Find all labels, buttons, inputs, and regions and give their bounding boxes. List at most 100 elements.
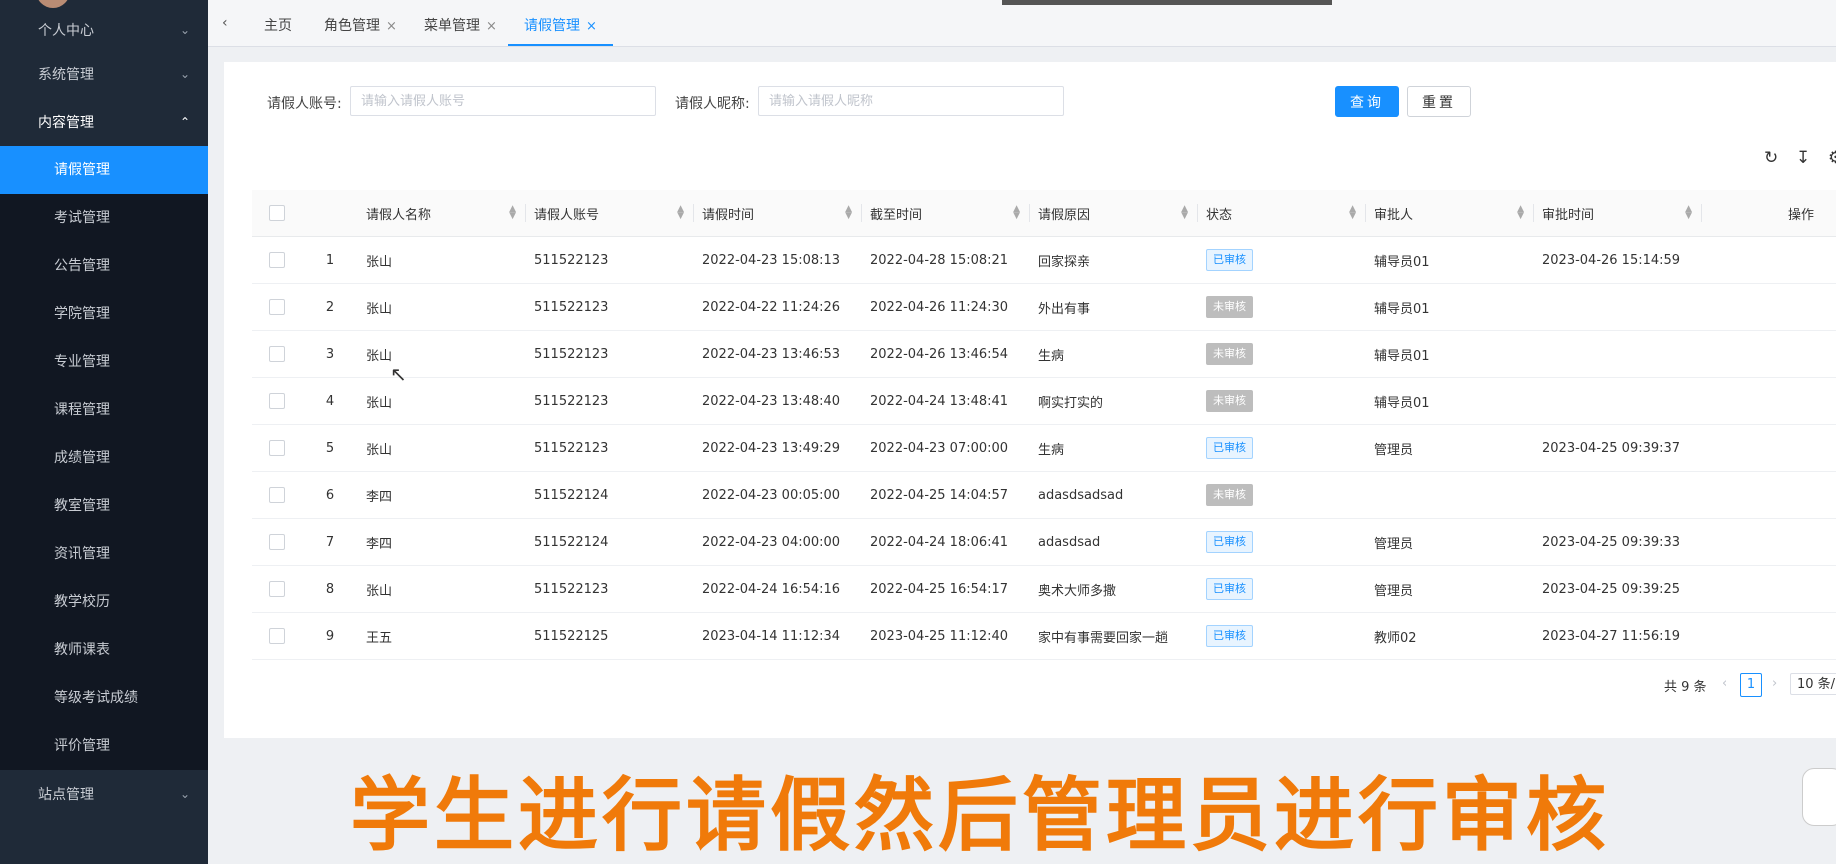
- cell-actions[interactable]: [1702, 283, 1836, 331]
- table-row[interactable]: 5 张山 511522123 2022-04-23 13:49:29 2022-04-2…: [252, 424, 1836, 472]
- column-header-name[interactable]: 请假人名称 ▲ ▼: [358, 190, 526, 237]
- tab-roles[interactable]: 角色管理 ×: [324, 0, 397, 46]
- sidebar-item-grade-exam[interactable]: 等级考试成绩: [0, 674, 208, 722]
- table-row[interactable]: 7 李四 511522124 2022-04-23 04:00:00 2022-04-2…: [252, 518, 1836, 566]
- sidebar-item-timetable[interactable]: 教师课表: [0, 626, 208, 674]
- column-height-icon[interactable]: ↧: [1796, 148, 1810, 168]
- cell-actions[interactable]: [1702, 424, 1836, 472]
- cell-end: 2022-04-25 14:04:57: [862, 471, 1030, 519]
- query-button[interactable]: 查询: [1335, 86, 1399, 117]
- table-row[interactable]: 4 张山 511522123 2022-04-23 13:48:40 2022-04-2…: [252, 377, 1836, 425]
- row-checkbox[interactable]: [269, 252, 285, 268]
- next-page-icon[interactable]: ›: [1772, 676, 1777, 691]
- menu-group-site[interactable]: 站点管理 ⌄: [0, 770, 208, 818]
- cell-reason: 生病: [1030, 424, 1198, 472]
- sort-icon[interactable]: ▲ ▼: [1181, 205, 1188, 221]
- column-header-status[interactable]: 状态 ▲ ▼: [1198, 190, 1366, 237]
- row-checkbox[interactable]: [269, 628, 285, 644]
- account-label: 请假人账号:: [267, 96, 342, 112]
- cell-status: 未审核: [1198, 377, 1366, 425]
- sidebar-item-news[interactable]: 资讯管理: [0, 530, 208, 578]
- cell-approver: 管理员: [1366, 518, 1534, 566]
- row-checkbox[interactable]: [269, 393, 285, 409]
- page-number-current[interactable]: 1: [1740, 673, 1762, 697]
- select-all-checkbox[interactable]: [269, 205, 285, 221]
- row-checkbox[interactable]: [269, 581, 285, 597]
- window-handle: [1002, 0, 1332, 5]
- nickname-search-input[interactable]: [758, 86, 1064, 116]
- column-header-end-time[interactable]: 截至时间 ▲ ▼: [862, 190, 1030, 237]
- sort-icon[interactable]: ▲ ▼: [1349, 205, 1356, 221]
- table-row[interactable]: 6 李四 511522124 2022-04-23 00:05:00 2022-04-2…: [252, 471, 1836, 519]
- sidebar-item-college[interactable]: 学院管理: [0, 290, 208, 338]
- cell-status: 未审核: [1198, 471, 1366, 519]
- close-icon[interactable]: ×: [586, 19, 597, 34]
- column-header-approver[interactable]: 审批人 ▲ ▼: [1366, 190, 1534, 237]
- sidebar-item-major[interactable]: 专业管理: [0, 338, 208, 386]
- sidebar-item-leave[interactable]: 请假管理: [0, 146, 208, 194]
- cell-actions[interactable]: [1702, 565, 1836, 613]
- sort-icon[interactable]: ▲ ▼: [509, 205, 516, 221]
- floating-chat-button[interactable]: [1802, 768, 1836, 826]
- row-checkbox[interactable]: [269, 487, 285, 503]
- close-icon[interactable]: ×: [486, 19, 497, 34]
- index-header: [302, 190, 358, 237]
- settings-icon[interactable]: ⚙: [1828, 148, 1836, 168]
- cell-approve-time: [1534, 330, 1702, 378]
- column-header-approve-time[interactable]: 审批时间 ▲ ▼: [1534, 190, 1702, 237]
- sidebar-item-notice[interactable]: 公告管理: [0, 242, 208, 290]
- table-row[interactable]: 2 张山 511522123 2022-04-22 11:24:26 2022-04-2…: [252, 283, 1836, 331]
- table-row[interactable]: 3 张山 511522123 2022-04-23 13:46:53 2022-04-2…: [252, 330, 1836, 378]
- tab-bar: ‹ 主页 角色管理 × 菜单管理 × 请假管理 ×: [208, 0, 1836, 47]
- cell-status: 已审核: [1198, 236, 1366, 284]
- sidebar-item-evaluation[interactable]: 评价管理: [0, 722, 208, 770]
- sort-icon[interactable]: ▲ ▼: [677, 205, 684, 221]
- prev-page-icon[interactable]: ‹: [1722, 676, 1727, 691]
- row-checkbox[interactable]: [269, 440, 285, 456]
- sort-icon[interactable]: ▲ ▼: [1013, 205, 1020, 221]
- reset-button[interactable]: 重置: [1407, 86, 1471, 117]
- account-search-input[interactable]: [350, 86, 656, 116]
- cell-actions[interactable]: [1702, 518, 1836, 566]
- cell-actions[interactable]: [1702, 236, 1836, 284]
- cell-reason: 啊实打实的: [1030, 377, 1198, 425]
- menu-group-content[interactable]: 内容管理 ⌃: [0, 98, 208, 146]
- tab-leave[interactable]: 请假管理 ×: [508, 0, 613, 46]
- table-row[interactable]: 9 王五 511522125 2023-04-14 11:12:34 2023-04-2…: [252, 612, 1836, 660]
- table-row[interactable]: 8 张山 511522123 2022-04-24 16:54:16 2022-04-2…: [252, 565, 1836, 613]
- menu-group-personal[interactable]: 个人中心 ⌄: [0, 10, 208, 50]
- cell-end: 2022-04-24 18:06:41: [862, 518, 1030, 566]
- close-icon[interactable]: ×: [386, 19, 397, 34]
- sort-icon[interactable]: ▲ ▼: [1517, 205, 1524, 221]
- status-badge: 未审核: [1206, 390, 1253, 412]
- cell-actions[interactable]: [1702, 612, 1836, 660]
- status-badge: 未审核: [1206, 484, 1253, 506]
- cell-start: 2022-04-23 13:49:29: [694, 424, 862, 472]
- row-checkbox[interactable]: [269, 534, 285, 550]
- sort-icon[interactable]: ▲ ▼: [845, 205, 852, 221]
- sidebar-item-classroom[interactable]: 教室管理: [0, 482, 208, 530]
- tab-home[interactable]: 主页: [264, 0, 292, 46]
- cell-actions[interactable]: [1702, 471, 1836, 519]
- sidebar-item-calendar[interactable]: 教学校历: [0, 578, 208, 626]
- column-header-reason[interactable]: 请假原因 ▲ ▼: [1030, 190, 1198, 237]
- sort-icon[interactable]: ▲ ▼: [1685, 205, 1692, 221]
- avatar[interactable]: [36, 0, 70, 8]
- sidebar-item-score[interactable]: 成绩管理: [0, 434, 208, 482]
- tab-menus[interactable]: 菜单管理 ×: [424, 0, 497, 46]
- row-checkbox[interactable]: [269, 346, 285, 362]
- row-checkbox[interactable]: [269, 299, 285, 315]
- column-header-start-time[interactable]: 请假时间 ▲ ▼: [694, 190, 862, 237]
- menu-group-system[interactable]: 系统管理 ⌄: [0, 50, 208, 98]
- chevron-left-icon[interactable]: ‹: [222, 0, 228, 46]
- cell-actions[interactable]: [1702, 330, 1836, 378]
- table-row[interactable]: 1 张山 511522123 2022-04-23 15:08:13 2022-04-2…: [252, 236, 1836, 284]
- cell-account: 511522123: [526, 565, 694, 613]
- cell-actions[interactable]: [1702, 377, 1836, 425]
- cell-name: 张山: [358, 283, 526, 331]
- sidebar-item-course[interactable]: 课程管理: [0, 386, 208, 434]
- refresh-icon[interactable]: ↻: [1764, 148, 1778, 168]
- page-size-select[interactable]: 10 条/: [1790, 673, 1836, 695]
- column-header-account[interactable]: 请假人账号 ▲ ▼: [526, 190, 694, 237]
- sidebar-item-exam[interactable]: 考试管理: [0, 194, 208, 242]
